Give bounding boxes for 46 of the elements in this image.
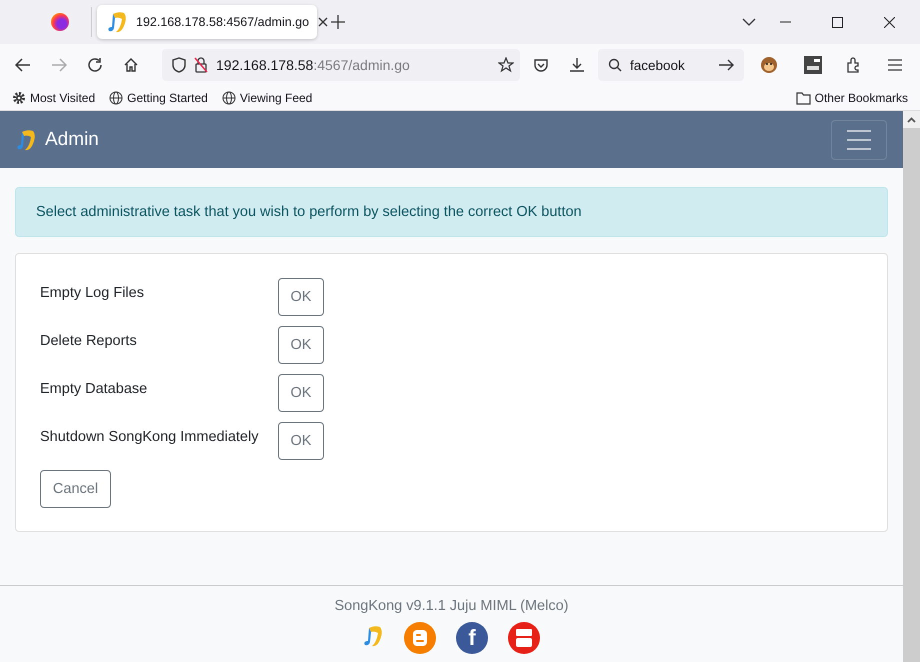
task-label: Shutdown SongKong Immediately: [40, 429, 260, 445]
chevron-down-icon[interactable]: [742, 18, 756, 26]
plus-icon[interactable]: [331, 15, 345, 29]
shield-icon[interactable]: [172, 57, 186, 73]
insecure-lock-icon[interactable]: [194, 57, 208, 73]
blogger-icon[interactable]: [404, 622, 436, 654]
ok-button[interactable]: OK: [278, 326, 324, 364]
music-note-icon: [107, 11, 128, 33]
gear-icon: [12, 91, 26, 105]
music-note-icon: [16, 128, 37, 150]
folder-icon: [796, 92, 811, 104]
task-label: Empty Log Files: [40, 285, 145, 301]
star-icon[interactable]: [498, 57, 514, 73]
address-bar[interactable]: 192.168.178.58:4567/admin.go: [162, 49, 520, 81]
minimize-icon[interactable]: [780, 21, 791, 23]
task-label: Delete Reports: [40, 333, 138, 349]
ok-button[interactable]: OK: [278, 278, 324, 316]
ok-button[interactable]: OK: [278, 422, 324, 460]
task-label: Empty Database: [40, 381, 148, 397]
maximize-icon[interactable]: [832, 16, 843, 28]
scroll-up-icon[interactable]: [907, 116, 916, 122]
search-field[interactable]: facebook: [598, 49, 744, 81]
monkey-icon[interactable]: [760, 56, 778, 74]
bookmark-link[interactable]: Getting Started: [127, 91, 208, 105]
scrollbar[interactable]: [903, 111, 920, 662]
facebook-link[interactable]: f: [456, 622, 488, 654]
brand-title[interactable]: Admin: [45, 128, 99, 150]
version-text: SongKong v9.1.1 Juju MIML (Melco): [334, 598, 568, 614]
bookmark-link[interactable]: Most Visited: [30, 91, 96, 105]
globe-icon: [109, 91, 124, 105]
bookmark-link[interactable]: Viewing Feed: [240, 91, 312, 105]
bookmark-folder[interactable]: Other Bookmarks: [814, 91, 908, 105]
music-note-icon: [363, 624, 384, 646]
arrow-right-icon[interactable]: [719, 59, 734, 71]
close-icon[interactable]: [317, 16, 330, 28]
firefox-icon[interactable]: [51, 13, 69, 31]
ok-button[interactable]: OK: [278, 374, 324, 412]
search-icon: [608, 58, 622, 72]
url-path: :4567/admin.go: [313, 57, 410, 73]
globe-icon: [222, 91, 236, 105]
info-alert: Select administrative task that you wish to perform by selecting the correct OK button: [15, 187, 888, 237]
close-icon[interactable]: [884, 16, 895, 28]
menu-icon[interactable]: [888, 59, 902, 71]
menu-toggle-button[interactable]: [831, 120, 887, 160]
url-host: 192.168.178.58: [216, 57, 314, 73]
cancel-button[interactable]: Cancel: [40, 470, 111, 508]
